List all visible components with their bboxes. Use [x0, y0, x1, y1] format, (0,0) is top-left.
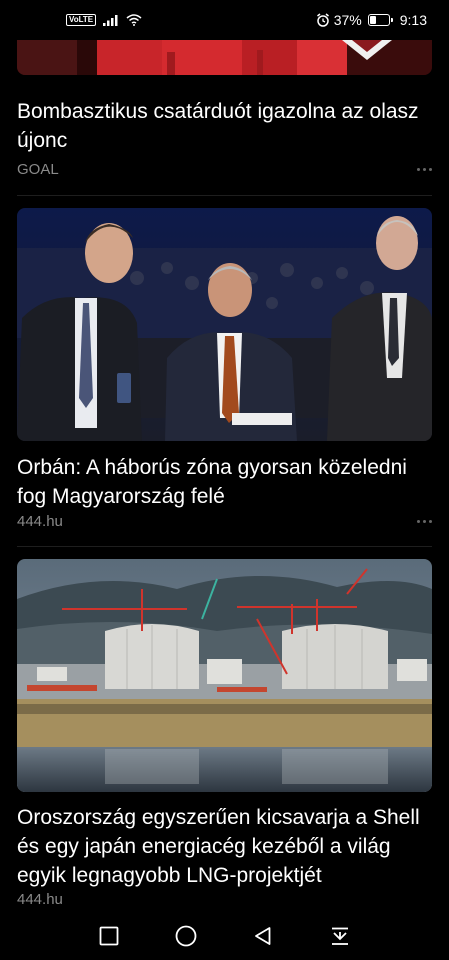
article-meta: 444.hu	[17, 513, 432, 530]
square-icon	[99, 926, 119, 946]
divider	[17, 195, 432, 196]
status-right: 37% 9:13	[316, 12, 427, 28]
divider	[17, 546, 432, 547]
notification-pull-button[interactable]	[325, 921, 355, 951]
article-image[interactable]	[17, 40, 432, 75]
article-image[interactable]	[17, 559, 432, 792]
circle-icon	[175, 925, 197, 947]
recent-apps-button[interactable]	[94, 921, 124, 951]
article-source: GOAL	[17, 161, 59, 178]
article-source: 444.hu	[17, 891, 63, 908]
article-meta: GOAL	[17, 161, 432, 178]
more-options-icon[interactable]	[417, 520, 432, 523]
triangle-back-icon	[255, 927, 271, 945]
article-headline[interactable]: Bombasztikus csatárduót igazolna az olas…	[17, 97, 432, 155]
article-image[interactable]	[17, 208, 432, 441]
battery-percent: 37%	[333, 12, 362, 28]
lng-plant-image	[17, 559, 432, 792]
battery-fill	[369, 16, 377, 24]
volte-icon: VoLTE	[66, 14, 97, 26]
wifi-icon	[126, 14, 142, 26]
back-button[interactable]	[248, 921, 278, 951]
article-meta: 444.hu	[17, 891, 432, 908]
home-button[interactable]	[171, 921, 201, 951]
battery-icon	[367, 14, 393, 26]
navigation-bar	[0, 912, 449, 960]
status-left: VoLTE	[66, 14, 142, 26]
more-options-icon[interactable]	[417, 168, 432, 171]
pull-down-icon	[332, 927, 349, 945]
signal-icon	[103, 15, 118, 26]
status-bar: VoLTE 37% 9:13	[0, 0, 449, 40]
clock: 9:13	[399, 12, 427, 28]
article-headline[interactable]: Oroszország egyszerűen kicsavarja a Shel…	[17, 803, 432, 890]
alarm-icon	[316, 13, 329, 27]
article-headline[interactable]: Orbán: A háborús zóna gyorsan közeledni …	[17, 453, 432, 511]
article-source: 444.hu	[17, 513, 63, 530]
politicians-image	[17, 208, 432, 441]
football-image	[17, 40, 432, 75]
